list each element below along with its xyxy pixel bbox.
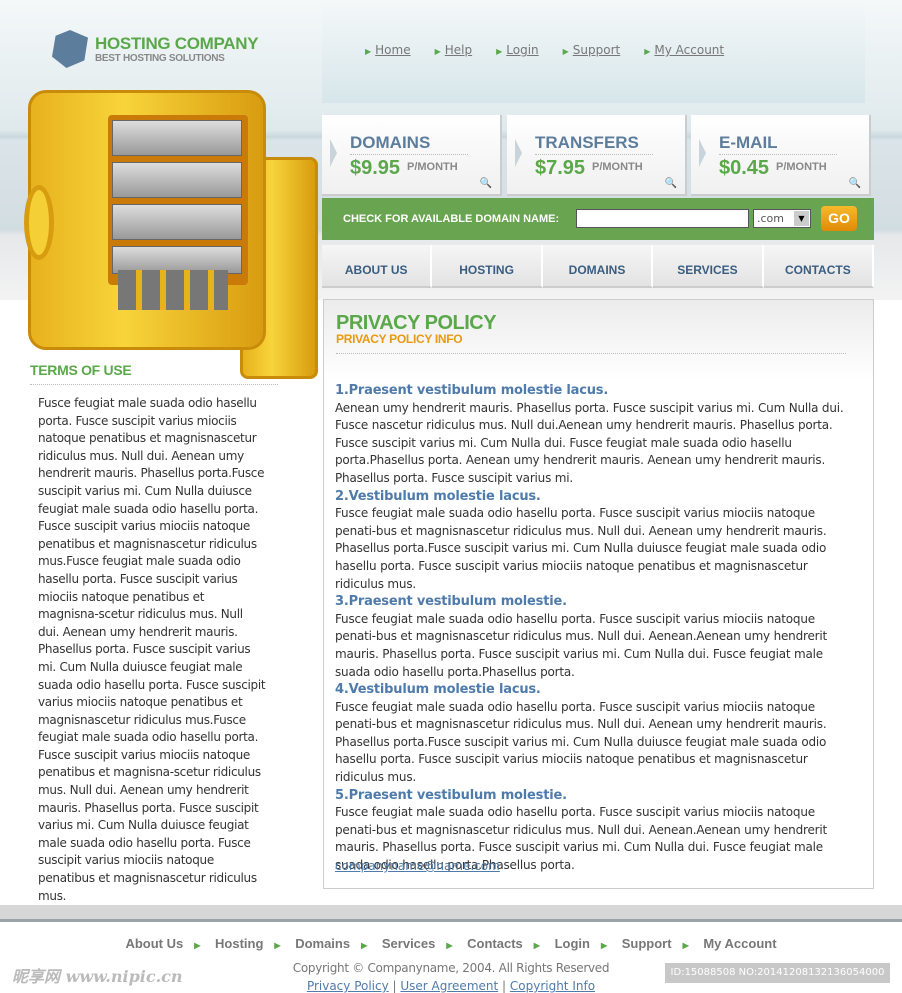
price: $9.95 (350, 157, 401, 179)
top-nav-help[interactable]: ▶ Help (435, 43, 473, 57)
price-box-email[interactable]: E-MAIL $0.45 P/MONTH 🔍 (691, 115, 871, 196)
arrow-icon: ▶ (496, 47, 503, 56)
price-box-title: DOMAINS (350, 133, 431, 152)
user-agreement-link[interactable]: User Agreement (400, 979, 498, 993)
arrow-icon: ▶ (194, 941, 201, 950)
footer-link[interactable]: Hosting (215, 936, 263, 951)
logo-title: HOSTING COMPANY (95, 34, 259, 53)
section-text: Fusce feugiat male suada odio hasellu po… (335, 699, 827, 785)
top-nav-login[interactable]: ▶ Login (496, 43, 539, 57)
top-nav-link[interactable]: Help (445, 43, 472, 57)
price-box-transfers[interactable]: TRANSFERS $7.95 P/MONTH 🔍 (507, 115, 687, 196)
menu-about-us[interactable]: ABOUT US (322, 245, 433, 288)
sidebar-title: TERMS OF USE (30, 362, 132, 378)
policy-body: 1.Praesent vestibulum molestie lacus. Ae… (335, 382, 855, 875)
chevron-down-icon: ▼ (794, 211, 809, 226)
privacy-policy-link[interactable]: Privacy Policy (307, 979, 389, 993)
arrow-icon: ▶ (361, 941, 368, 950)
top-nav-link[interactable]: My Account (654, 43, 724, 57)
email-link[interactable]: companyname@name.com (335, 859, 500, 873)
arrow-icon: ▶ (533, 941, 540, 950)
top-nav: ▶ Home ▶ Help ▶ Login ▶ Support ▶ My Account (365, 43, 724, 57)
zoom-icon[interactable]: 🔍 (849, 178, 861, 189)
copyright-info-link[interactable]: Copyright Info (510, 979, 595, 993)
arrow-icon: ▶ (600, 941, 608, 950)
top-nav-link[interactable]: Home (375, 43, 410, 57)
arrow-icon: ▶ (274, 941, 281, 950)
domain-search-label: CHECK FOR AVAILABLE DOMAIN NAME: (343, 213, 560, 225)
tld-select[interactable]: .com ▼ (753, 209, 811, 228)
zoom-icon[interactable]: 🔍 (480, 178, 492, 189)
price: $7.95 (535, 157, 586, 179)
footer-link[interactable]: Contacts (467, 936, 523, 951)
top-nav-link[interactable]: Login (506, 43, 538, 57)
sidebar-text: Fusce feugiat male suada odio hasellu po… (38, 396, 266, 903)
tld-value: .com (757, 212, 784, 225)
image-id-label: ID:15088508 NO:20141208132136054000 (665, 963, 890, 983)
zoom-icon[interactable]: 🔍 (665, 178, 677, 189)
top-nav-home[interactable]: ▶ Home (365, 43, 411, 57)
watermark: 昵享网 www.nipic.cn (12, 967, 183, 986)
footer-link[interactable]: Support (622, 936, 672, 951)
section-heading: 5.Praesent vestibulum molestie. (335, 787, 567, 803)
domain-input[interactable] (576, 209, 749, 228)
footer-link[interactable]: Login (555, 936, 590, 951)
go-button[interactable]: GO (821, 206, 857, 231)
divider (719, 154, 837, 155)
section-text: Fusce feugiat male suada odio hasellu po… (335, 611, 828, 679)
divider (336, 353, 846, 354)
price-box-title: E-MAIL (719, 133, 778, 152)
arrow-icon (330, 139, 337, 167)
arrow-icon: ▶ (434, 47, 441, 56)
divider (350, 154, 468, 155)
section-heading: 3.Praesent vestibulum molestie. (335, 594, 567, 610)
top-nav-my-account[interactable]: ▶ My Account (644, 43, 724, 57)
divider (535, 154, 653, 155)
top-nav-link[interactable]: Support (573, 43, 620, 57)
top-nav-support[interactable]: ▶ Support (563, 43, 621, 57)
arrow-icon: ▶ (365, 47, 372, 56)
server-illustration (20, 85, 318, 379)
price-box-title: TRANSFERS (535, 133, 639, 152)
section-text: Aenean umy hendrerit mauris. Phasellus p… (335, 400, 844, 485)
price-unit: P/MONTH (776, 161, 827, 173)
menu-domains[interactable]: DOMAINS (542, 245, 654, 288)
footer-bar (0, 905, 902, 922)
footer-nav: About Us ▶ Hosting ▶ Domains ▶ Services ▶ Co… (0, 936, 902, 951)
section-heading: 1.Praesent vestibulum molestie lacus. (335, 383, 609, 398)
content-panel: PRIVACY POLICY PRIVACY POLICY INFO 1.Pra… (323, 299, 874, 889)
arrow-icon: ▶ (644, 47, 651, 56)
price-unit: P/MONTH (592, 161, 643, 173)
arrow-icon (515, 139, 522, 167)
menu-hosting[interactable]: HOSTING (432, 245, 543, 288)
page-subtitle: PRIVACY POLICY INFO (336, 332, 463, 346)
arrow-icon: ▶ (446, 941, 453, 950)
section-heading: 4.Vestibulum molestie lacus. (335, 682, 541, 698)
price-unit: P/MONTH (407, 161, 458, 173)
section-heading: 2.Vestibulum molestie lacus. (335, 488, 541, 504)
footer-link[interactable]: Domains (295, 936, 350, 951)
domain-search-bar: CHECK FOR AVAILABLE DOMAIN NAME: .com ▼ G… (322, 198, 874, 240)
menu-contacts[interactable]: CONTACTS (763, 245, 875, 288)
footer-link[interactable]: My Account (703, 936, 776, 951)
footer-link[interactable]: About Us (125, 936, 183, 951)
price: $0.45 (719, 157, 770, 179)
main-menu: ABOUT US HOSTING DOMAINS SERVICES CONTAC… (322, 245, 875, 288)
price-box-domains[interactable]: DOMAINS $9.95 P/MONTH 🔍 (322, 115, 502, 196)
footer-link[interactable]: Services (382, 936, 436, 951)
divider (30, 384, 278, 385)
section-text: Fusce feugiat male suada odio hasellu po… (335, 506, 827, 591)
arrow-icon: ▶ (682, 941, 689, 950)
logo-subtitle: BEST HOSTING SOLUTIONS (95, 53, 225, 64)
menu-services[interactable]: SERVICES (653, 245, 764, 288)
arrow-icon: ▶ (562, 47, 569, 56)
arrow-icon (699, 139, 706, 167)
